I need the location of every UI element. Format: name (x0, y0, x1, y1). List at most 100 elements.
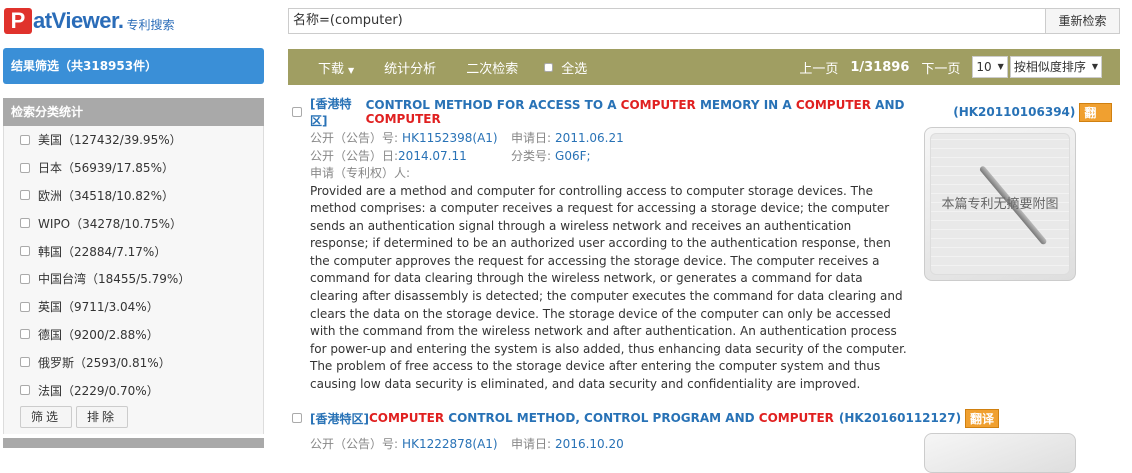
next-page-link[interactable]: 下一页 (921, 58, 960, 77)
class-label: 分类号: (511, 148, 552, 163)
select-all-label: 全选 (561, 61, 588, 77)
pub-no-link[interactable]: HK1222878(A1) (402, 436, 498, 454)
title-part: CONTROL METHOD FOR ACCESS TO A (365, 98, 621, 112)
stats-analysis-button[interactable]: 统计分析 (384, 58, 436, 77)
caret-down-icon: ▼ (348, 65, 355, 75)
application-number: (HK20110106394) (953, 105, 1076, 119)
select-all-checkbox[interactable] (544, 62, 554, 72)
title-keyword: COMPUTER (620, 98, 696, 112)
result-title-link[interactable]: COMPUTER CONTROL METHOD, CONTROL PROGRAM… (369, 411, 834, 425)
result-title-row: [香港特区] CONTROL METHOD FOR ACCESS TO A CO… (292, 97, 1113, 139)
category-item-tw[interactable]: 中国台湾（18455/5.79%） (4, 265, 263, 293)
patviewer-logo[interactable]: P atViewer. 专利搜索 (4, 6, 175, 36)
translate-button[interactable]: 翻译 (965, 408, 1000, 428)
logo-mark: P (4, 8, 32, 34)
title-part: CONTROL METHOD, CONTROL PROGRAM AND (444, 411, 759, 425)
prev-page-link[interactable]: 上一页 (799, 58, 838, 77)
sidebar: 结果筛选（共318953件） 检索分类统计 美国（127432/39.95%） … (0, 46, 266, 434)
pub-no-label: 公开（公告）号: (310, 131, 399, 145)
result-checkbox[interactable] (292, 107, 302, 117)
no-image-text: 本篇专利无摘要附图 (941, 197, 1059, 212)
category-item-ru[interactable]: 俄罗斯（2593/0.81%） (4, 348, 263, 376)
title-part: MEMORY IN A (695, 98, 796, 112)
pub-no-label: 公开（公告）号: (310, 437, 399, 451)
app-date-value: 2016.10.20 (555, 437, 624, 451)
category-item-kr[interactable]: 韩国（22884/7.17%） (4, 237, 263, 265)
patent-thumbnail[interactable]: 本篇专利无摘要附图 (924, 127, 1076, 281)
title-keyword: COMPUTER (795, 98, 871, 112)
category-list: 美国（127432/39.95%） 日本（56939/17.85%） 欧洲（34… (3, 126, 264, 434)
category-label: 美国（127432/39.95%） (38, 133, 182, 148)
app-date-label: 申请日: (511, 131, 552, 145)
checkbox[interactable] (20, 190, 30, 201)
app-date-label: 申请日: (511, 437, 552, 451)
pub-no-link[interactable]: HK1152398(A1) (402, 130, 498, 148)
sort-select[interactable]: 按相似度排序 ▼ (1009, 56, 1102, 78)
page-indicator: 1/31896 (850, 60, 909, 75)
search-bar: 名称=(computer) 重新检索 (288, 8, 1120, 34)
result-checkbox[interactable] (292, 413, 302, 423)
category-label: WIPO（34278/10.75%） (38, 216, 183, 231)
category-label: 德国（9200/2.88%） (38, 327, 159, 342)
research-button[interactable]: 重新检索 (1046, 8, 1120, 34)
result-item: [香港特区] CONTROL METHOD FOR ACCESS TO A CO… (292, 97, 1113, 394)
result-title-link[interactable]: CONTROL METHOD FOR ACCESS TO A COMPUTER … (366, 98, 949, 126)
checkbox[interactable] (20, 329, 30, 340)
page-number: 1/31896 (850, 59, 910, 75)
logo-subtitle: 专利搜索 (126, 17, 175, 32)
category-label: 英国（9711/3.04%） (38, 300, 159, 315)
search-input[interactable]: 名称=(computer) (288, 8, 1046, 34)
exclude-button[interactable]: 排除 (76, 405, 129, 428)
select-all[interactable]: 全选 (544, 58, 587, 77)
filter-button[interactable]: 筛选 (20, 405, 73, 428)
category-item-ep[interactable]: 欧洲（34518/10.82%） (4, 182, 263, 210)
category-item-jp[interactable]: 日本（56939/17.85%） (4, 154, 263, 182)
region-tag: [香港特区] (310, 97, 352, 128)
category-stats-header[interactable]: 检索分类统计 (3, 98, 264, 126)
category-item-us[interactable]: 美国（127432/39.95%） (4, 126, 263, 154)
page-size-select[interactable]: 10 ▼ (972, 56, 1008, 78)
sort-value: 按相似度排序 (1013, 60, 1086, 74)
category-label: 韩国（22884/7.17%） (38, 244, 167, 259)
category-item-fr[interactable]: 法国（2229/0.70%） (4, 376, 263, 404)
title-keyword: COMPUTER (365, 112, 441, 126)
translate-button[interactable]: 翻译 (1079, 102, 1113, 139)
download-menu[interactable]: 下载 ▼ (318, 58, 354, 77)
applicant-label: 申请（专利权）人: (310, 166, 411, 180)
caret-down-icon: ▼ (1091, 62, 1098, 71)
second-search-button[interactable]: 二次检索 (466, 58, 518, 77)
title-part: AND (870, 98, 905, 112)
checkbox[interactable] (20, 357, 30, 368)
title-keyword: COMPUTER (368, 411, 445, 425)
checkbox[interactable] (20, 162, 30, 173)
category-item-de[interactable]: 德国（9200/2.88%） (4, 321, 263, 349)
checkbox[interactable] (20, 134, 30, 145)
title-keyword: COMPUTER (758, 411, 834, 425)
result-abstract: Provided are a method and computer for c… (310, 183, 907, 392)
filter-actions: 筛选 排除 (4, 404, 263, 434)
result-title-row: [香港特区] COMPUTER CONTROL METHOD, CONTROL … (292, 408, 1112, 428)
category-item-wipo[interactable]: WIPO（34278/10.75%） (4, 209, 263, 237)
region-tag: [香港特区] (310, 411, 369, 426)
category-label: 俄罗斯（2593/0.81%） (38, 355, 171, 370)
category-label: 中国台湾（18455/5.79%） (38, 272, 191, 287)
class-link[interactable]: G06F; (555, 148, 591, 166)
patent-thumbnail[interactable] (924, 433, 1076, 473)
app-date-value: 2011.06.21 (555, 131, 624, 145)
category-item-gb[interactable]: 英国（9711/3.04%） (4, 293, 263, 321)
category-label: 日本（56939/17.85%） (38, 161, 174, 176)
checkbox[interactable] (20, 273, 30, 284)
result-filter-header[interactable]: 结果筛选（共318953件） (3, 48, 264, 84)
pub-date-label: 公开（公告）日: (310, 148, 399, 163)
checkbox[interactable] (20, 385, 30, 396)
checkbox[interactable] (20, 301, 30, 312)
caret-down-icon: ▼ (997, 62, 1004, 71)
category-label: 欧洲（34518/10.82%） (38, 188, 174, 203)
checkbox[interactable] (20, 246, 30, 257)
pub-date-value: 2014.07.11 (398, 148, 467, 163)
results-toolbar: 下载 ▼ 统计分析 二次检索 全选 上一页 1/31896 下一页 10 ▼ 按相似… (288, 49, 1120, 85)
logo-text: atViewer. (33, 8, 124, 33)
checkbox[interactable] (20, 218, 30, 229)
sidebar-next-section (3, 438, 264, 448)
application-number: (HK20160112127) (838, 411, 962, 425)
